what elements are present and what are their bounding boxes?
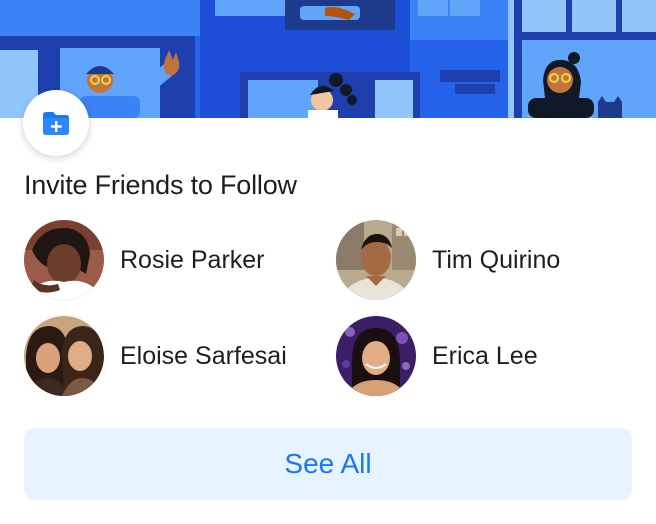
friend-item-erica-lee[interactable]: Erica Lee xyxy=(336,316,538,396)
header-illustration xyxy=(0,0,656,118)
avatar xyxy=(24,316,104,396)
friend-item-rosie-parker[interactable]: Rosie Parker xyxy=(24,220,265,300)
friend-name: Eloise Sarfesai xyxy=(120,341,287,370)
see-all-button[interactable]: See All xyxy=(24,428,632,500)
avatar xyxy=(336,220,416,300)
avatar xyxy=(24,220,104,300)
friend-name: Erica Lee xyxy=(432,341,538,370)
see-all-label: See All xyxy=(284,448,372,479)
friend-name: Rosie Parker xyxy=(120,245,265,274)
add-folder-badge xyxy=(23,90,89,156)
friend-name: Tim Quirino xyxy=(432,245,561,274)
folder-plus-icon xyxy=(43,112,69,135)
friend-item-eloise-sarfesai[interactable]: Eloise Sarfesai xyxy=(24,316,287,396)
friend-item-tim-quirino[interactable]: Tim Quirino xyxy=(336,220,560,300)
avatar xyxy=(336,316,416,396)
card-title: Invite Friends to Follow xyxy=(24,170,297,200)
